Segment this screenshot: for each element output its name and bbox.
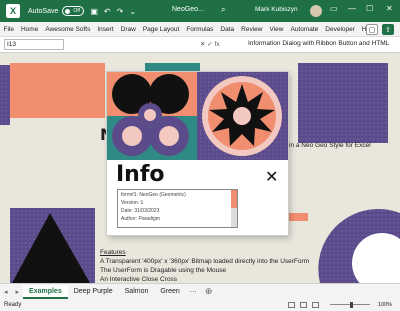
info-userform-dialog[interactable]: Info ✕ form#1: NeoGeo (Geometric) Versio… [107,72,288,235]
excel-logo-icon: X [6,4,20,18]
sheet-tab-bar: ◂ ▸ Examples Deep Purple Salmon Green ⋯ … [0,283,400,299]
avatar[interactable] [310,5,322,17]
zoom-slider-knob[interactable] [350,302,353,308]
neo-geo-banner-image [107,72,288,160]
tab-automate[interactable]: Automate [287,26,322,33]
title-bar: X AutoSave Off ▣ ↶ ↷ ⌄ NeoGeo... ⌕ Mark … [0,0,400,22]
cancel-icon[interactable]: ✕ [200,41,205,48]
name-box[interactable]: I13 [4,39,64,50]
close-button[interactable]: ✕ [386,4,393,13]
redo-icon[interactable]: ↷ [117,7,124,16]
info-text-box[interactable]: form#1: NeoGeo (Geometric) Version: 1 Da… [117,189,238,228]
tab-view[interactable]: View [266,26,287,33]
save-icon[interactable]: ▣ [90,7,98,16]
enter-icon[interactable]: ✓ [207,41,212,48]
scrollbar-thumb[interactable] [231,190,237,208]
tab-insert[interactable]: Insert [94,26,117,33]
purple-tile-shape [298,63,388,143]
customize-qat-icon[interactable]: ⌄ [129,7,136,16]
sheet-subtitle: in a Neo Geo Style for Excel [289,142,371,149]
tab-developer[interactable]: Developer [322,26,359,33]
dialog-title: Info [116,162,165,187]
info-line: Date: 31/03/2023 [121,208,160,214]
feature-line: An Interactive Close Cross [100,276,177,283]
tab-file[interactable]: File [0,26,17,33]
status-ready: Ready [4,302,22,308]
more-sheets-icon[interactable]: ⋯ [190,288,197,296]
feature-line: The UserForm is Dragable using the Mouse [100,267,227,274]
info-line: Author: Paradigm [121,216,160,222]
formula-input[interactable]: Information Dialog with Ribbon Button an… [248,40,389,47]
scrollbar[interactable] [231,190,237,227]
status-bar: Ready 100% [0,299,400,311]
maximize-button[interactable]: ☐ [366,4,373,13]
tab-draw[interactable]: Draw [117,26,139,33]
autosave-toggle[interactable]: Off [62,6,85,16]
comment-icon[interactable]: ▢ [366,24,378,35]
file-name: NeoGeo... [172,6,204,13]
formula-controls: ✕ ✓ fx [200,40,220,48]
ribbon-tabs: File Home Awesome Softs Insert Draw Page… [0,22,400,37]
ribbon-display-button[interactable]: ▭ [330,4,338,13]
page-break-view-icon[interactable] [312,302,319,308]
feature-line: A Transparent '400px' x '360px' Bitmap l… [100,258,310,265]
undo-icon[interactable]: ↶ [104,7,111,16]
tab-prev-icon[interactable]: ◂ [4,288,8,296]
search-icon[interactable]: ⌕ [221,5,225,15]
tab-data[interactable]: Data [217,26,238,33]
add-sheet-icon[interactable]: ⊕ [205,286,213,297]
sheet-tab-examples[interactable]: Examples [23,284,68,299]
formula-bar: I13 ✕ ✓ fx Information Dialog with Ribbo… [0,37,400,53]
tab-next-icon[interactable]: ▸ [16,288,20,296]
share-icon[interactable]: ⇪ [382,24,394,35]
user-name: Mark Kubiszyn [255,6,298,13]
autosave-label: AutoSave [28,7,59,15]
page-layout-view-icon[interactable] [300,302,307,308]
sheet-tab-salmon[interactable]: Salmon [119,285,155,299]
close-icon[interactable]: ✕ [265,167,278,187]
tab-awesome-softs[interactable]: Awesome Softs [42,26,94,33]
info-line: form#1: NeoGeo (Geometric) [121,192,186,198]
minimize-button[interactable]: — [348,4,356,13]
info-line: Version: 1 [121,200,144,206]
tab-review[interactable]: Review [238,26,266,33]
sheet-tab-deep-purple[interactable]: Deep Purple [68,285,119,299]
tab-home[interactable]: Home [17,26,41,33]
normal-view-icon[interactable] [288,302,295,308]
fx-label[interactable]: fx [215,41,220,48]
features-heading: Features [100,249,126,256]
tab-formulas[interactable]: Formulas [183,26,217,33]
tab-page-layout[interactable]: Page Layout [139,26,183,33]
sheet-tab-green[interactable]: Green [154,285,185,299]
zoom-level[interactable]: 100% [378,302,392,308]
salmon-tile-shape [10,63,105,118]
